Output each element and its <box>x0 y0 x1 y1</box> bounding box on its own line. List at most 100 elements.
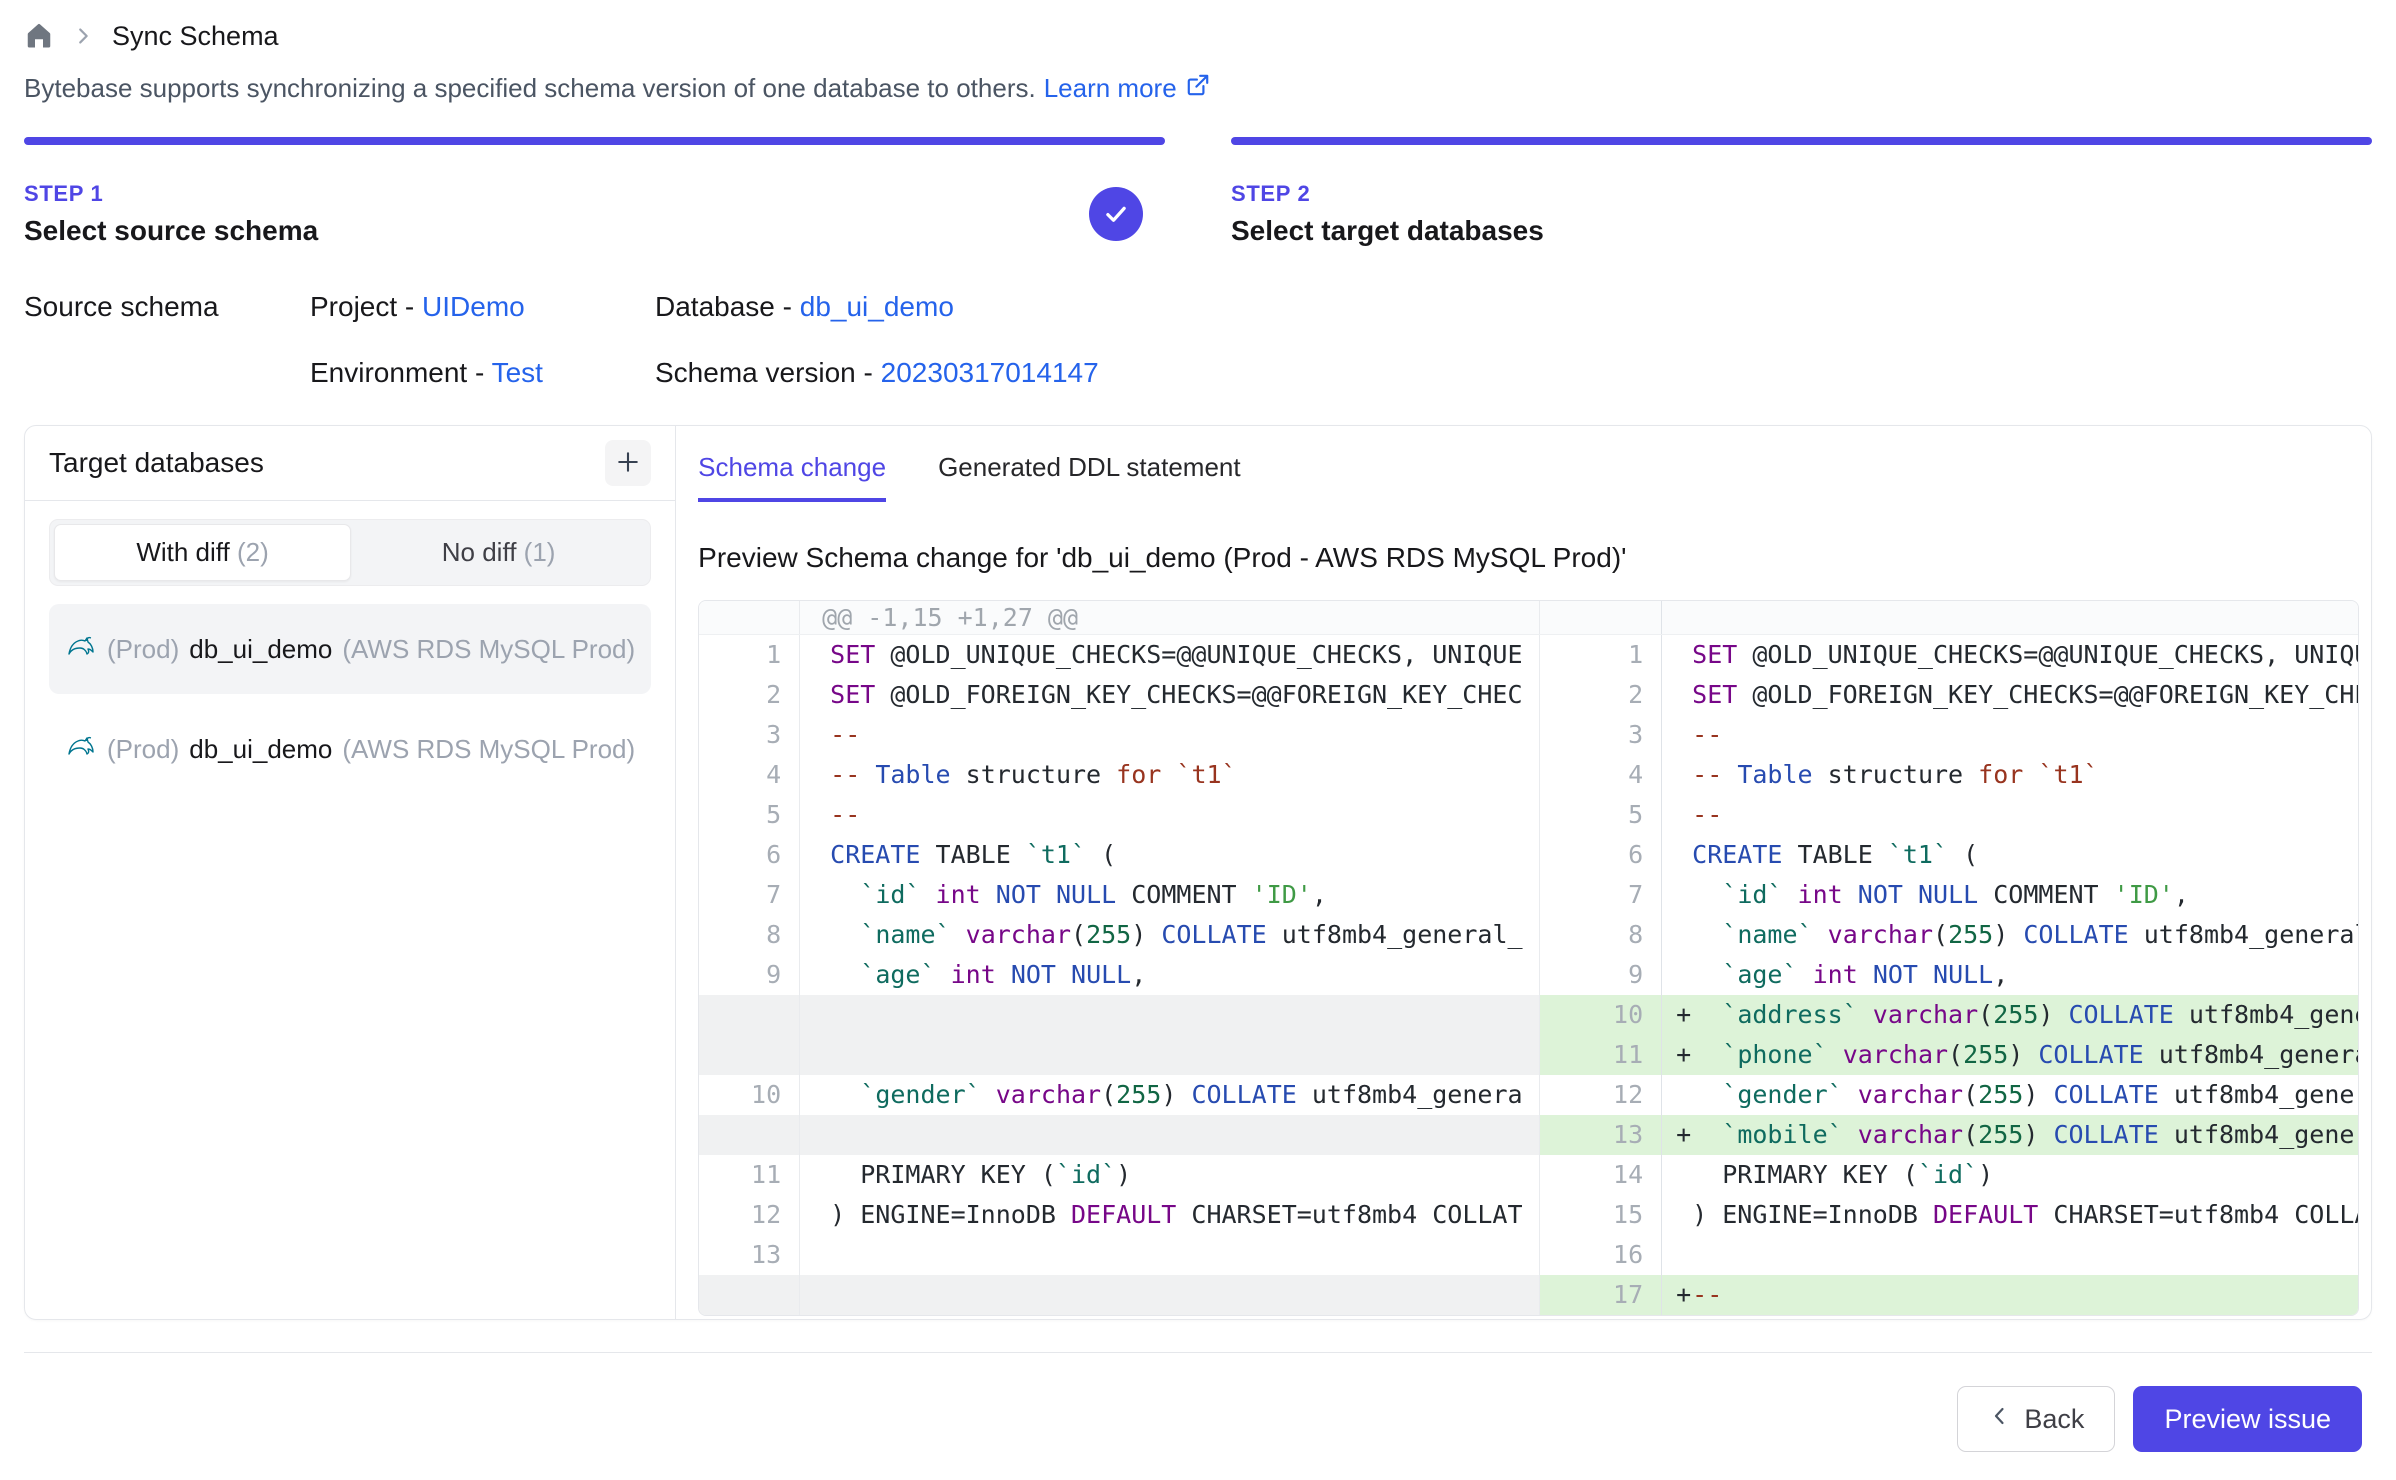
diff-row: 11 PRIMARY KEY (`id`)14 PRIMARY KEY (`id… <box>699 1155 2358 1195</box>
home-icon[interactable] <box>24 21 54 51</box>
old-line-number <box>699 1035 799 1075</box>
tab-schema-change[interactable]: Schema change <box>698 452 886 502</box>
old-code-cell: `id` int NOT NULL COMMENT 'ID', <box>799 875 1539 915</box>
new-code-cell: SET @OLD_FOREIGN_KEY_CHECKS=@@FOREIGN_KE… <box>1661 675 2358 715</box>
database-link[interactable]: db_ui_demo <box>800 291 954 322</box>
old-code-cell: -- <box>799 715 1539 755</box>
target-databases-title: Target databases <box>49 447 264 479</box>
new-code-cell: ) ENGINE=InnoDB DEFAULT CHARSET=utf8mb4 … <box>1661 1195 2358 1235</box>
environment-field-name: Environment <box>310 357 467 388</box>
old-code-cell: `name` varchar(255) COLLATE utf8mb4_gene… <box>799 915 1539 955</box>
environment-link[interactable]: Test <box>492 357 543 388</box>
old-line-number <box>699 1275 799 1315</box>
step-2-title: Select target databases <box>1231 215 1544 247</box>
added-line-marker: + <box>1662 1035 1692 1075</box>
new-code-cell: `id` int NOT NULL COMMENT 'ID', <box>1661 875 2358 915</box>
new-code-cell: -- Table structure for `t1` <box>1661 755 2358 795</box>
added-line-marker: + <box>1662 1115 1692 1155</box>
old-line-number: 8 <box>699 915 799 955</box>
field-separator: - <box>397 291 422 322</box>
db-list-item[interactable]: (Prod) db_ui_demo (AWS RDS MySQL Prod) <box>49 704 651 794</box>
old-line-number: 2 <box>699 675 799 715</box>
new-line-number: 4 <box>1539 755 1661 795</box>
sync-schema-page: Sync Schema Bytebase supports synchroniz… <box>0 0 2396 1480</box>
learn-more-label: Learn more <box>1044 73 1177 104</box>
old-code-cell <box>799 995 1539 1035</box>
database-field-name: Database <box>655 291 775 322</box>
new-line-number: 10 <box>1539 995 1661 1035</box>
old-line-number: 10 <box>699 1075 799 1115</box>
old-code-cell: ) ENGINE=InnoDB DEFAULT CHARSET=utf8mb4 … <box>799 1195 1539 1235</box>
back-button[interactable]: Back <box>1957 1386 2115 1452</box>
new-code-cell: -- <box>1661 795 2358 835</box>
chevron-right-icon <box>72 25 94 47</box>
old-code-cell <box>799 1275 1539 1315</box>
old-code-cell <box>799 1035 1539 1075</box>
step-1-completed-check-icon <box>1089 187 1143 241</box>
added-line-marker: + <box>1662 995 1692 1035</box>
tab-generated-ddl[interactable]: Generated DDL statement <box>938 452 1241 502</box>
new-code-cell: + `phone` varchar(255) COLLATE utf8mb4_g… <box>1661 1035 2358 1075</box>
schema-version-link[interactable]: 20230317014147 <box>881 357 1099 388</box>
new-code-cell: `name` varchar(255) COLLATE utf8mb4_gene… <box>1661 915 2358 955</box>
field-separator: - <box>467 357 491 388</box>
diff-row: 13+ `mobile` varchar(255) COLLATE utf8mb… <box>699 1115 2358 1155</box>
old-code-cell: @@ -1,15 +1,27 @@ <box>799 601 1539 634</box>
diff-row: 3--3-- <box>699 715 2358 755</box>
add-database-button[interactable] <box>605 440 651 486</box>
schema-version-field-name: Schema version <box>655 357 856 388</box>
new-code-cell <box>1661 601 2358 634</box>
new-code-cell: +-- <box>1661 1275 2358 1315</box>
step-1-title: Select source schema <box>24 215 318 247</box>
source-schema-database: Database - db_ui_demo <box>655 291 2372 323</box>
source-schema-summary: Source schema Project - UIDemo Database … <box>24 291 2372 389</box>
old-code-cell <box>799 1235 1539 1275</box>
preview-issue-button[interactable]: Preview issue <box>2133 1386 2362 1452</box>
db-list: (Prod) db_ui_demo (AWS RDS MySQL Prod) (… <box>49 604 651 794</box>
old-line-number: 4 <box>699 755 799 795</box>
diff-row: 17+-- <box>699 1275 2358 1315</box>
db-name: db_ui_demo <box>189 734 332 765</box>
new-line-number: 6 <box>1539 835 1661 875</box>
diff-filter-tabs: With diff (2) No diff (1) <box>49 519 651 586</box>
step-1: STEP 1 Select source schema <box>24 137 1165 247</box>
db-instance: (AWS RDS MySQL Prod) <box>342 634 635 665</box>
step-1-label: STEP 1 <box>24 181 318 207</box>
db-list-item[interactable]: (Prod) db_ui_demo (AWS RDS MySQL Prod) <box>49 604 651 694</box>
old-line-number: 6 <box>699 835 799 875</box>
description-text: Bytebase supports synchronizing a specif… <box>24 73 1036 104</box>
diff-row: 7 `id` int NOT NULL COMMENT 'ID',7 `id` … <box>699 875 2358 915</box>
source-schema-version: Schema version - 20230317014147 <box>655 357 2372 389</box>
old-code-cell: `age` int NOT NULL, <box>799 955 1539 995</box>
step-2: STEP 2 Select target databases <box>1231 137 2372 247</box>
old-line-number: 11 <box>699 1155 799 1195</box>
step-2-progress-bar <box>1231 137 2372 145</box>
old-code-cell: PRIMARY KEY (`id`) <box>799 1155 1539 1195</box>
footer-divider <box>24 1352 2372 1353</box>
tab-no-diff[interactable]: No diff (1) <box>351 524 646 581</box>
diff-row: 2 SET @OLD_FOREIGN_KEY_CHECKS=@@FOREIGN_K… <box>699 675 2358 715</box>
breadcrumb: Sync Schema <box>24 14 2372 58</box>
new-code-cell: PRIMARY KEY (`id`) <box>1661 1155 2358 1195</box>
old-code-cell: `gender` varchar(255) COLLATE utf8mb4_ge… <box>799 1075 1539 1115</box>
no-diff-count: (1) <box>524 537 556 567</box>
diff-row: 6CREATE TABLE `t1` (6CREATE TABLE `t1` ( <box>699 835 2358 875</box>
step-2-label: STEP 2 <box>1231 181 1544 207</box>
schema-preview-panel: Schema change Generated DDL statement Pr… <box>676 426 2371 1319</box>
project-link[interactable]: UIDemo <box>422 291 525 322</box>
learn-more-link[interactable]: Learn more <box>1044 72 1211 105</box>
preview-title: Preview Schema change for 'db_ui_demo (P… <box>698 542 2359 574</box>
old-line-number: 3 <box>699 715 799 755</box>
target-databases-panel: Target databases With diff (2) No diff (… <box>25 426 676 1319</box>
diff-row: 1316 <box>699 1235 2358 1275</box>
diff-table[interactable]: @@ -1,15 +1,27 @@1SET @OLD_UNIQUE_CHECKS… <box>698 600 2359 1316</box>
back-label: Back <box>2024 1404 2084 1435</box>
old-code-cell: SET @OLD_UNIQUE_CHECKS=@@UNIQUE_CHECKS, … <box>799 635 1539 675</box>
step-1-progress-bar <box>24 137 1165 145</box>
old-line-number: 5 <box>699 795 799 835</box>
diff-row: 4-- Table structure for `t1`4-- Table st… <box>699 755 2358 795</box>
old-code-cell: -- Table structure for `t1` <box>799 755 1539 795</box>
db-environment: (Prod) <box>107 734 179 765</box>
new-code-cell: -- <box>1661 715 2358 755</box>
tab-with-diff[interactable]: With diff (2) <box>54 524 351 581</box>
